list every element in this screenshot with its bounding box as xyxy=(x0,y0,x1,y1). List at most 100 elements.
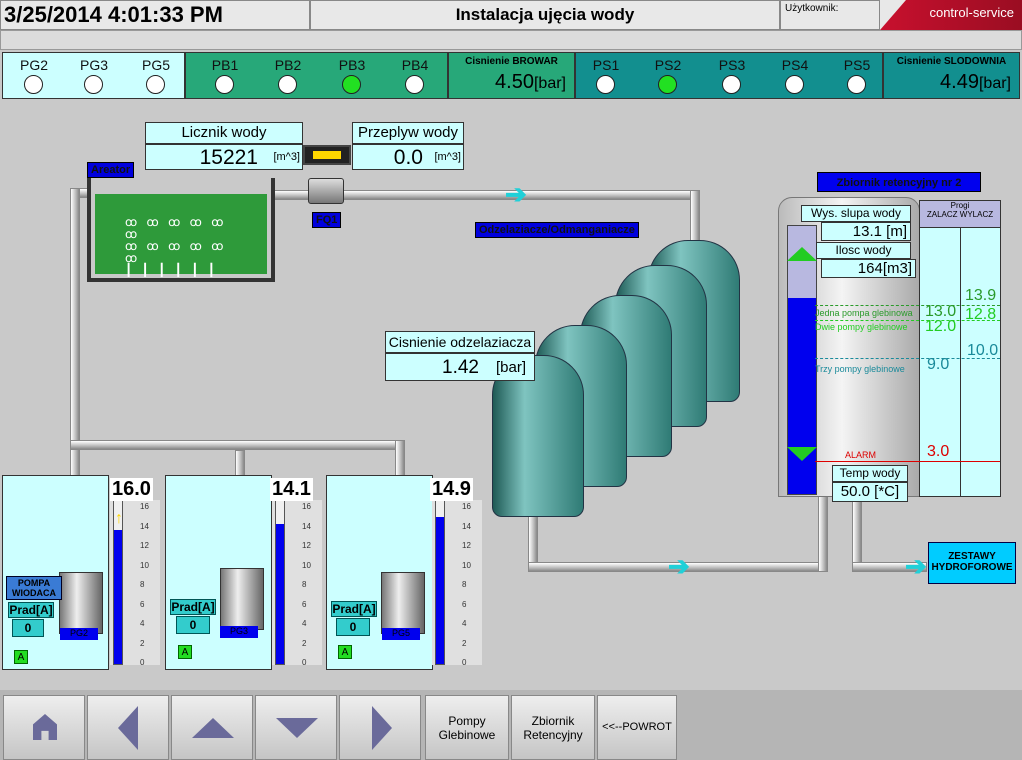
up-button[interactable] xyxy=(171,695,253,760)
gauge-tick-label: 0 xyxy=(462,658,467,667)
home-button[interactable] xyxy=(3,695,85,760)
pompy-glebinowe-button[interactable]: Pompy Glebinowe xyxy=(425,695,509,760)
licznik-display: 15221 [m^3] xyxy=(145,144,303,170)
pb2-lamp-icon xyxy=(278,75,297,94)
temp-display: 50.0 [*C] xyxy=(832,482,908,502)
pump-tag: PG3 xyxy=(220,626,258,638)
ps-label: PS1 xyxy=(592,57,620,73)
down-arrow-icon xyxy=(276,718,318,738)
gauge-tick-label: 2 xyxy=(462,638,467,648)
auto-indicator: A xyxy=(14,650,28,664)
gauge-tick-label: 8 xyxy=(462,580,467,589)
pump-tag: PG5 xyxy=(382,628,420,640)
threshold-label: Jedna pompa glebinowa xyxy=(815,308,913,318)
przeplyw-value: 0.0 xyxy=(393,146,423,169)
ps-label: PS5 xyxy=(843,57,871,73)
wys-unit: [m] xyxy=(886,223,907,240)
gauge-tick-label: 12 xyxy=(140,541,149,550)
fq1-tag: FQ1 xyxy=(312,212,342,228)
gauge-tick-label: 12 xyxy=(302,541,311,550)
pg-status-group: PG2 PG3 PG5 xyxy=(2,52,185,99)
browar-pressure: Cisnienie BROWAR 4.50[bar] xyxy=(448,52,575,99)
zalacz-wylacz-label: ZALACZ WYLACZ xyxy=(926,210,994,219)
cisnienie-odz-value: 1.42 xyxy=(442,357,479,378)
level-rising-arrow-icon: ↑ xyxy=(115,510,123,527)
pump-icon[interactable] xyxy=(381,572,425,634)
pb-label: PB4 xyxy=(401,57,429,73)
temp-unit: [*C] xyxy=(874,483,900,500)
ps5-lamp-icon xyxy=(847,75,866,94)
threshold-line xyxy=(815,461,1000,462)
ilosc-value: 164 xyxy=(857,260,883,277)
tank-level-fill xyxy=(788,298,816,494)
areator-tank: ꝏ ꝏ ꝏ ꝏ ꝏ ꝏꝏ ꝏ ꝏ ꝏ ꝏ ꝏ ┃ ┃ ┃ ┃ ┃ ┃ xyxy=(87,178,275,282)
gauge-tick-label: 6 xyxy=(462,599,467,609)
gauge-tick-label: 10 xyxy=(462,560,471,570)
header-strip xyxy=(0,30,1022,50)
gauge-tick-label: 4 xyxy=(302,619,307,628)
przeplyw-display: 0.0 [m^3] xyxy=(352,144,464,170)
temp-label: Temp wody xyxy=(832,465,908,482)
pb3-lamp-icon xyxy=(342,75,361,94)
home-icon xyxy=(33,714,57,740)
gauge-tick-label: 2 xyxy=(140,638,145,648)
licznik-label: Licznik wody xyxy=(145,122,303,144)
auto-indicator: A xyxy=(338,645,352,659)
pg3-lamp-icon xyxy=(84,75,103,94)
brand-logo: control-service xyxy=(880,0,1022,30)
level-down-arrow-icon xyxy=(787,447,817,461)
up-arrow-icon xyxy=(192,718,234,738)
user-label: Użytkownik: xyxy=(780,0,880,30)
flow-arrow-icon: ➔ xyxy=(905,551,927,581)
slodownia-title: Cisnienie SLODOWNIA xyxy=(896,56,1007,67)
powrot-button[interactable]: <<--POWROT xyxy=(597,695,677,760)
alarm-label: ALARM xyxy=(845,450,877,460)
zestawy-hydroforowe-button[interactable]: ZESTAWY HYDROFOROWE xyxy=(928,542,1016,584)
tank-title: Zbiornik retencyjny nr 2 xyxy=(817,172,981,192)
przeplyw-label: Przeplyw wody xyxy=(352,122,464,144)
ps-label: PS4 xyxy=(781,57,809,73)
licznik-value: 15221 xyxy=(199,146,258,169)
threshold-off: 12.8 xyxy=(965,306,997,323)
threshold-off: 13.9 xyxy=(965,287,997,304)
left-arrow-icon xyxy=(118,706,138,750)
gauge-tick-label: 16 xyxy=(462,502,471,511)
prad-label: Prad[A] xyxy=(331,601,377,617)
browar-title: Cisnienie BROWAR xyxy=(465,56,558,67)
ps1-lamp-icon xyxy=(596,75,615,94)
ilosc-unit: [m3] xyxy=(882,260,912,277)
wys-value: 13.1 xyxy=(852,223,882,240)
gauge-tick-label: 8 xyxy=(140,580,145,589)
gauge-tick-label: 4 xyxy=(462,619,467,628)
pump-icon[interactable] xyxy=(220,568,264,630)
pompa-wiodaca-label: POMPA WIODACA xyxy=(6,576,62,600)
next-button[interactable] xyxy=(339,695,421,760)
threshold-on: 9.0 xyxy=(927,356,950,373)
gauge-tick-label: 0 xyxy=(140,658,145,667)
prev-button[interactable] xyxy=(87,695,169,760)
pb-label: PB3 xyxy=(338,57,366,73)
alarm-on: 3.0 xyxy=(927,443,950,460)
brand-swoosh-icon xyxy=(880,0,906,30)
przeplyw-unit: [m^3] xyxy=(434,151,461,163)
zbiornik-retencyjny-button[interactable]: Zbiornik Retencyjny xyxy=(511,695,595,760)
pb-status-group: PB1 PB2 PB3 PB4 xyxy=(185,52,448,99)
ilosc-display: 164[m3] xyxy=(821,259,916,278)
progi-header: Progi ZALACZ WYLACZ xyxy=(920,201,1000,228)
right-arrow-icon xyxy=(372,706,392,750)
ps2-lamp-icon xyxy=(658,75,677,94)
gauge-tick-label: 12 xyxy=(462,541,471,550)
valve-icon[interactable] xyxy=(308,178,344,204)
well-gauge-pg3: 16 14 12 10 8 6 4 2 0 xyxy=(272,500,322,667)
browar-unit: [bar] xyxy=(533,75,566,92)
pump-icon[interactable] xyxy=(59,572,103,634)
slodownia-pressure: Cisnienie SLODOWNIA 4.49[bar] xyxy=(883,52,1020,99)
licznik-unit: [m^3] xyxy=(273,151,300,163)
slodownia-value-group: 4.49[bar] xyxy=(940,71,1011,94)
gauge-tick-label: 8 xyxy=(302,580,307,589)
progi-label: Progi xyxy=(950,201,970,210)
progi-divider xyxy=(960,227,961,496)
pipe-segment xyxy=(70,440,405,450)
well-level-value: 14.9 xyxy=(430,478,473,501)
down-button[interactable] xyxy=(255,695,337,760)
